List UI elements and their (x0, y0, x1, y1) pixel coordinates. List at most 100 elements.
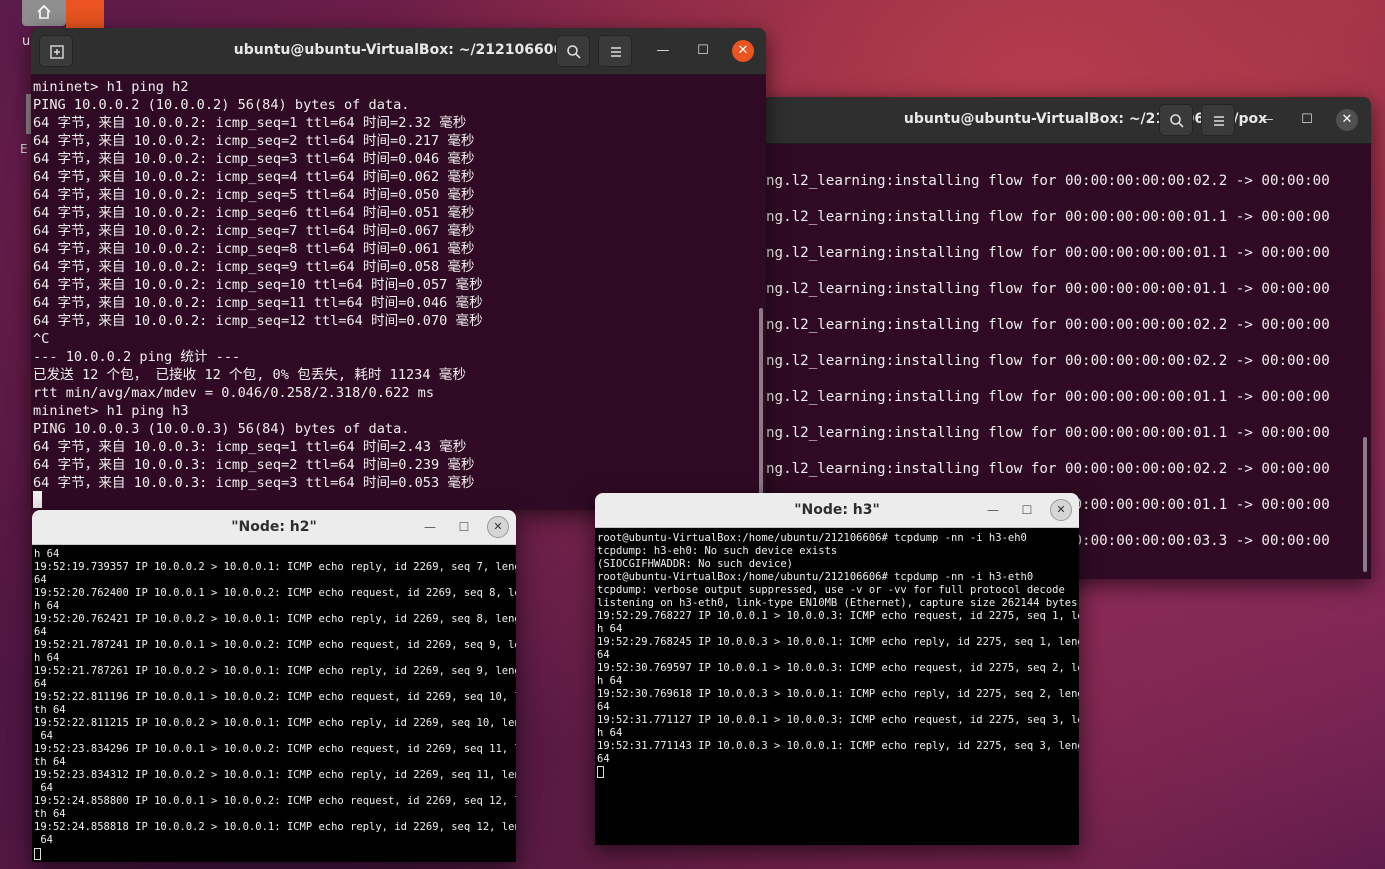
node-h3-title: "Node: h3" (794, 502, 880, 518)
node-h3-minimize-icon[interactable]: — (982, 499, 1004, 521)
terminal-line: rtt min/avg/max/mdev = 0.046/0.258/2.318… (33, 385, 435, 401)
hamburger-menu-icon (1214, 116, 1224, 126)
terminal-line: PING 10.0.0.3 (10.0.0.3) 56(84) bytes of… (33, 421, 410, 437)
terminal-line: 已发送 12 个包， 已接收 12 个包, 0% 包丢失, 耗时 11234 毫… (33, 367, 466, 383)
terminal-line: ng.l2_learning:installing flow for 00:00… (766, 209, 1330, 225)
pox-menu-button[interactable] (1201, 104, 1235, 136)
close-icon[interactable]: ✕ (732, 40, 754, 62)
search-icon (1170, 114, 1184, 128)
node-h2-maximize-icon[interactable]: ☐ (453, 516, 475, 538)
terminal-line: h 64 (34, 548, 60, 560)
terminal-line: 64 字节，来自 10.0.0.2: icmp_seq=2 ttl=64 时间=… (33, 133, 475, 149)
search-icon (567, 45, 581, 59)
maximize-icon[interactable]: ☐ (692, 40, 714, 62)
terminal-line: 19:52:20.762421 IP 10.0.0.2 > 10.0.0.1: … (34, 613, 516, 625)
terminal-line: ng.l2_learning:installing flow for 00:00… (766, 353, 1330, 369)
search-button[interactable] (556, 35, 590, 67)
terminal-line: th 64 (34, 704, 66, 716)
terminal-line: ng.l2_learning:installing flow for 00:00… (766, 245, 1330, 261)
pox-terminal-header[interactable]: ubuntu@ubuntu-VirtualBox: ~/212106606/po… (760, 97, 1371, 144)
pox-terminal-title: ubuntu@ubuntu-VirtualBox: ~/212106606/po… (903, 111, 1268, 127)
minimize-icon[interactable]: — (652, 40, 674, 62)
terminal-line: h 64 (34, 600, 60, 612)
terminal-line: 64 (34, 782, 53, 794)
terminal-line: th 64 (34, 808, 66, 820)
terminal-line: PING 10.0.0.2 (10.0.0.2) 56(84) bytes of… (33, 97, 410, 113)
terminal-line: 64 字节，来自 10.0.0.2: icmp_seq=9 ttl=64 时间=… (33, 259, 475, 275)
terminal-line: 19:52:23.834296 IP 10.0.0.1 > 10.0.0.2: … (34, 743, 516, 755)
terminal-line: 19:52:21.787261 IP 10.0.0.2 > 10.0.0.1: … (34, 665, 516, 677)
terminal-line: 19:52:19.739357 IP 10.0.0.2 > 10.0.0.1: … (34, 561, 516, 573)
terminal-line: listening on h3-eth0, link-type EN10MB (… (597, 597, 1078, 609)
node-h3-close-icon[interactable]: ✕ (1050, 499, 1072, 521)
desktop-icon-label: u (22, 34, 31, 49)
terminal-line: 19:52:30.769597 IP 10.0.0.1 > 10.0.0.3: … (597, 662, 1079, 674)
mininet-terminal-output: mininet> h1 ping h2 PING 10.0.0.2 (10.0.0… (33, 78, 483, 492)
pox-close-icon[interactable]: ✕ (1336, 109, 1358, 131)
terminal-line: th 64 (34, 756, 66, 768)
terminal-line: 19:52:30.769618 IP 10.0.0.3 > 10.0.0.1: … (597, 688, 1079, 700)
terminal-line: 19:52:22.811215 IP 10.0.0.2 > 10.0.0.1: … (34, 717, 516, 729)
terminal-line: 64 (597, 701, 610, 713)
node-h3-header[interactable]: "Node: h3" — ☐ ✕ (595, 493, 1079, 528)
terminal-line: 19:52:29.768227 IP 10.0.0.1 > 10.0.0.3: … (597, 610, 1079, 622)
terminal-line: 64 (34, 730, 53, 742)
node-h3-output: root@ubuntu-VirtualBox:/home/ubuntu/2121… (597, 532, 1079, 766)
pox-maximize-icon[interactable]: ☐ (1296, 109, 1318, 131)
terminal-line: 64 字节，来自 10.0.0.2: icmp_seq=11 ttl=64 时间… (33, 295, 483, 311)
terminal-line: mininet> h1 ping h3 (33, 403, 189, 419)
terminal-line: 64 (34, 574, 47, 586)
terminal-line: ng.l2_learning:installing flow for 00:00… (766, 281, 1330, 297)
node-h2-header[interactable]: "Node: h2" — ☐ ✕ (32, 510, 516, 545)
home-folder-icon[interactable] (22, 0, 66, 26)
terminal-line: 19:52:31.771127 IP 10.0.0.1 > 10.0.0.3: … (597, 714, 1079, 726)
terminal-line: 64 字节，来自 10.0.0.2: icmp_seq=4 ttl=64 时间=… (33, 169, 475, 185)
pox-minimize-icon[interactable]: — (1256, 109, 1278, 131)
terminal-line: 19:52:29.768245 IP 10.0.0.3 > 10.0.0.1: … (597, 636, 1079, 648)
terminal-line: 64 字节，来自 10.0.0.2: icmp_seq=3 ttl=64 时间=… (33, 151, 475, 167)
node-h2-close-icon[interactable]: ✕ (487, 516, 509, 538)
terminal-line: 64 字节，来自 10.0.0.2: icmp_seq=1 ttl=64 时间=… (33, 115, 467, 131)
terminal-line: root@ubuntu-VirtualBox:/home/ubuntu/2121… (597, 532, 1027, 544)
terminal-line: ng.l2_learning:installing flow for 00:00… (766, 317, 1330, 333)
terminal-line: 64 字节，来自 10.0.0.2: icmp_seq=10 ttl=64 时间… (33, 277, 483, 293)
node-h2-output: h 64 19:52:19.739357 IP 10.0.0.2 > 10.0.0… (34, 548, 516, 847)
pox-search-button[interactable] (1159, 104, 1193, 136)
terminal-line: h 64 (597, 727, 623, 739)
terminal-line: 64 字节，来自 10.0.0.2: icmp_seq=12 ttl=64 时间… (33, 313, 483, 329)
terminal-line: root@ubuntu-VirtualBox:/home/ubuntu/2121… (597, 571, 1034, 583)
mininet-scrollbar[interactable] (759, 308, 763, 504)
terminal-line: 19:52:31.771143 IP 10.0.0.3 > 10.0.0.1: … (597, 740, 1079, 752)
terminal-line: tcpdump: verbose output suppressed, use … (597, 584, 1065, 596)
node-h3-maximize-icon[interactable]: ☐ (1016, 499, 1038, 521)
terminal-line: 64 (34, 626, 47, 638)
terminal-line: 64 (597, 649, 610, 661)
terminal-line: h 64 (597, 623, 623, 635)
terminal-line: ng.l2_learning:installing flow for 00:00… (766, 173, 1330, 189)
mininet-terminal-window[interactable]: ubuntu@ubuntu-VirtualBox: ~/212106606 — … (31, 28, 766, 510)
node-h2-minimize-icon[interactable]: — (419, 516, 441, 538)
terminal-line: ^C (33, 331, 50, 347)
mininet-terminal-header[interactable]: ubuntu@ubuntu-VirtualBox: ~/212106606 — … (31, 28, 766, 75)
terminal-line: h 64 (34, 652, 60, 664)
terminal-line: 64 字节，来自 10.0.0.2: icmp_seq=8 ttl=64 时间=… (33, 241, 475, 257)
node-h2-window[interactable]: "Node: h2" — ☐ ✕ h 64 19:52:19.739357 IP … (32, 510, 516, 862)
terminal-line: 64 (597, 753, 610, 765)
pox-scrollbar[interactable] (1363, 437, 1367, 572)
terminal-line: 19:52:21.787241 IP 10.0.0.1 > 10.0.0.2: … (34, 639, 516, 651)
terminal-line: ng.l2_learning:installing flow for 00:00… (766, 461, 1330, 477)
hamburger-menu-icon (611, 47, 621, 57)
node-h3-window[interactable]: "Node: h3" — ☐ ✕ root@ubuntu-VirtualBox:… (595, 493, 1079, 845)
terminal-line: ng.l2_learning:installing flow for 00:00… (766, 389, 1330, 405)
menu-button[interactable] (598, 35, 632, 67)
terminal-line: --- 10.0.0.2 ping 统计 --- (33, 349, 241, 365)
terminal-line: ng.l2_learning:installing flow for 00:00… (766, 425, 1330, 441)
terminal-line: h 64 (597, 675, 623, 687)
terminal-line: 64 (34, 834, 53, 846)
terminal-line: 64 (34, 678, 47, 690)
terminal-line: 19:52:22.811196 IP 10.0.0.1 > 10.0.0.2: … (34, 691, 516, 703)
terminal-line: (SIOCGIFHWADDR: No such device) (597, 558, 793, 570)
terminal-line: 64 字节，来自 10.0.0.3: icmp_seq=2 ttl=64 时间=… (33, 457, 475, 473)
node-h2-title: "Node: h2" (231, 519, 317, 535)
terminal-line: 64 字节，来自 10.0.0.2: icmp_seq=7 ttl=64 时间=… (33, 223, 475, 239)
